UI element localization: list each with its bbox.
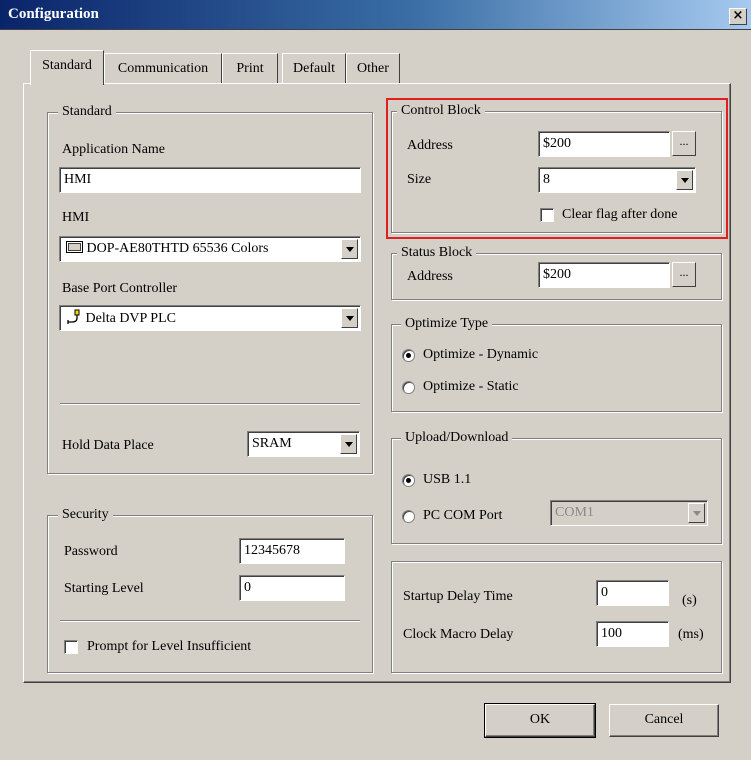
status-address-browse-button[interactable]: ... (672, 262, 696, 287)
ok-button[interactable]: OK (484, 703, 596, 738)
standard-divider (60, 403, 360, 405)
usb-label: USB 1.1 (423, 472, 472, 487)
base-port-controller-label: Base Port Controller (62, 281, 178, 296)
base-port-controller-select[interactable]: Delta DVP PLC (59, 305, 361, 331)
application-name-input[interactable]: HMI (59, 167, 361, 193)
com-port-select[interactable]: COM1 (550, 500, 708, 526)
hold-data-place-value: SRAM (252, 436, 292, 451)
hold-data-place-label: Hold Data Place (62, 438, 154, 453)
security-group-title: Security (58, 507, 113, 523)
status-address-label: Address (407, 269, 453, 284)
upload-download-group (391, 438, 722, 544)
close-button[interactable]: × (729, 8, 747, 25)
base-port-dropdown-button[interactable] (341, 308, 358, 328)
tab-default[interactable]: Default (282, 53, 346, 83)
clock-macro-delay-input[interactable]: 100 (596, 621, 669, 647)
starting-level-label: Starting Level (64, 581, 144, 596)
optimize-type-group (391, 324, 722, 412)
title-bar (0, 0, 751, 30)
optimize-type-group-title: Optimize Type (401, 316, 493, 332)
tab-other[interactable]: Other (346, 53, 400, 83)
tab-print[interactable]: Print (222, 53, 278, 83)
hmi-select-value: DOP-AE80THTD 65536 Colors (86, 241, 269, 256)
optimize-dynamic-label: Optimize - Dynamic (423, 347, 539, 362)
startup-delay-input[interactable]: 0 (596, 580, 669, 606)
cancel-button[interactable]: Cancel (609, 704, 719, 737)
hmi-label: HMI (62, 210, 90, 225)
hold-data-dropdown-button[interactable] (340, 434, 357, 454)
password-label: Password (64, 544, 118, 559)
timing-group (391, 561, 722, 673)
status-block-group-title: Status Block (397, 245, 477, 261)
password-input[interactable]: 12345678 (239, 538, 345, 564)
clock-macro-delay-unit: (ms) (678, 627, 704, 642)
optimize-static-radio[interactable] (402, 381, 415, 394)
startup-delay-label: Startup Delay Time (403, 589, 513, 604)
com-port-dropdown-button[interactable] (688, 503, 705, 523)
application-name-label: Application Name (62, 142, 166, 157)
security-divider (60, 620, 360, 622)
plc-connector-icon (67, 309, 80, 324)
hmi-select[interactable]: DOP-AE80THTD 65536 Colors (59, 236, 361, 262)
window-title: Configuration (8, 6, 99, 22)
prompt-level-checkbox[interactable] (64, 640, 78, 654)
starting-level-input[interactable]: 0 (239, 575, 345, 601)
optimize-static-label: Optimize - Static (423, 379, 519, 394)
standard-group-title: Standard (58, 104, 116, 120)
highlight-annotation (386, 98, 728, 239)
pc-com-port-label: PC COM Port (423, 508, 503, 523)
tab-standard[interactable]: Standard (30, 50, 104, 85)
startup-delay-unit: (s) (682, 593, 697, 608)
com-port-value: COM1 (555, 505, 594, 520)
monitor-icon (66, 241, 83, 253)
prompt-level-label: Prompt for Level Insufficient (87, 639, 252, 654)
hold-data-place-select[interactable]: SRAM (247, 431, 360, 457)
hmi-dropdown-button[interactable] (341, 239, 358, 259)
status-address-input[interactable]: $200 (538, 262, 670, 288)
base-port-controller-value: Delta DVP PLC (85, 311, 176, 326)
tab-communication[interactable]: Communication (104, 53, 222, 83)
clock-macro-delay-label: Clock Macro Delay (403, 627, 514, 642)
usb-radio[interactable] (402, 474, 415, 487)
optimize-dynamic-radio[interactable] (402, 349, 415, 362)
upload-download-group-title: Upload/Download (401, 430, 513, 446)
pc-com-port-radio[interactable] (402, 510, 415, 523)
